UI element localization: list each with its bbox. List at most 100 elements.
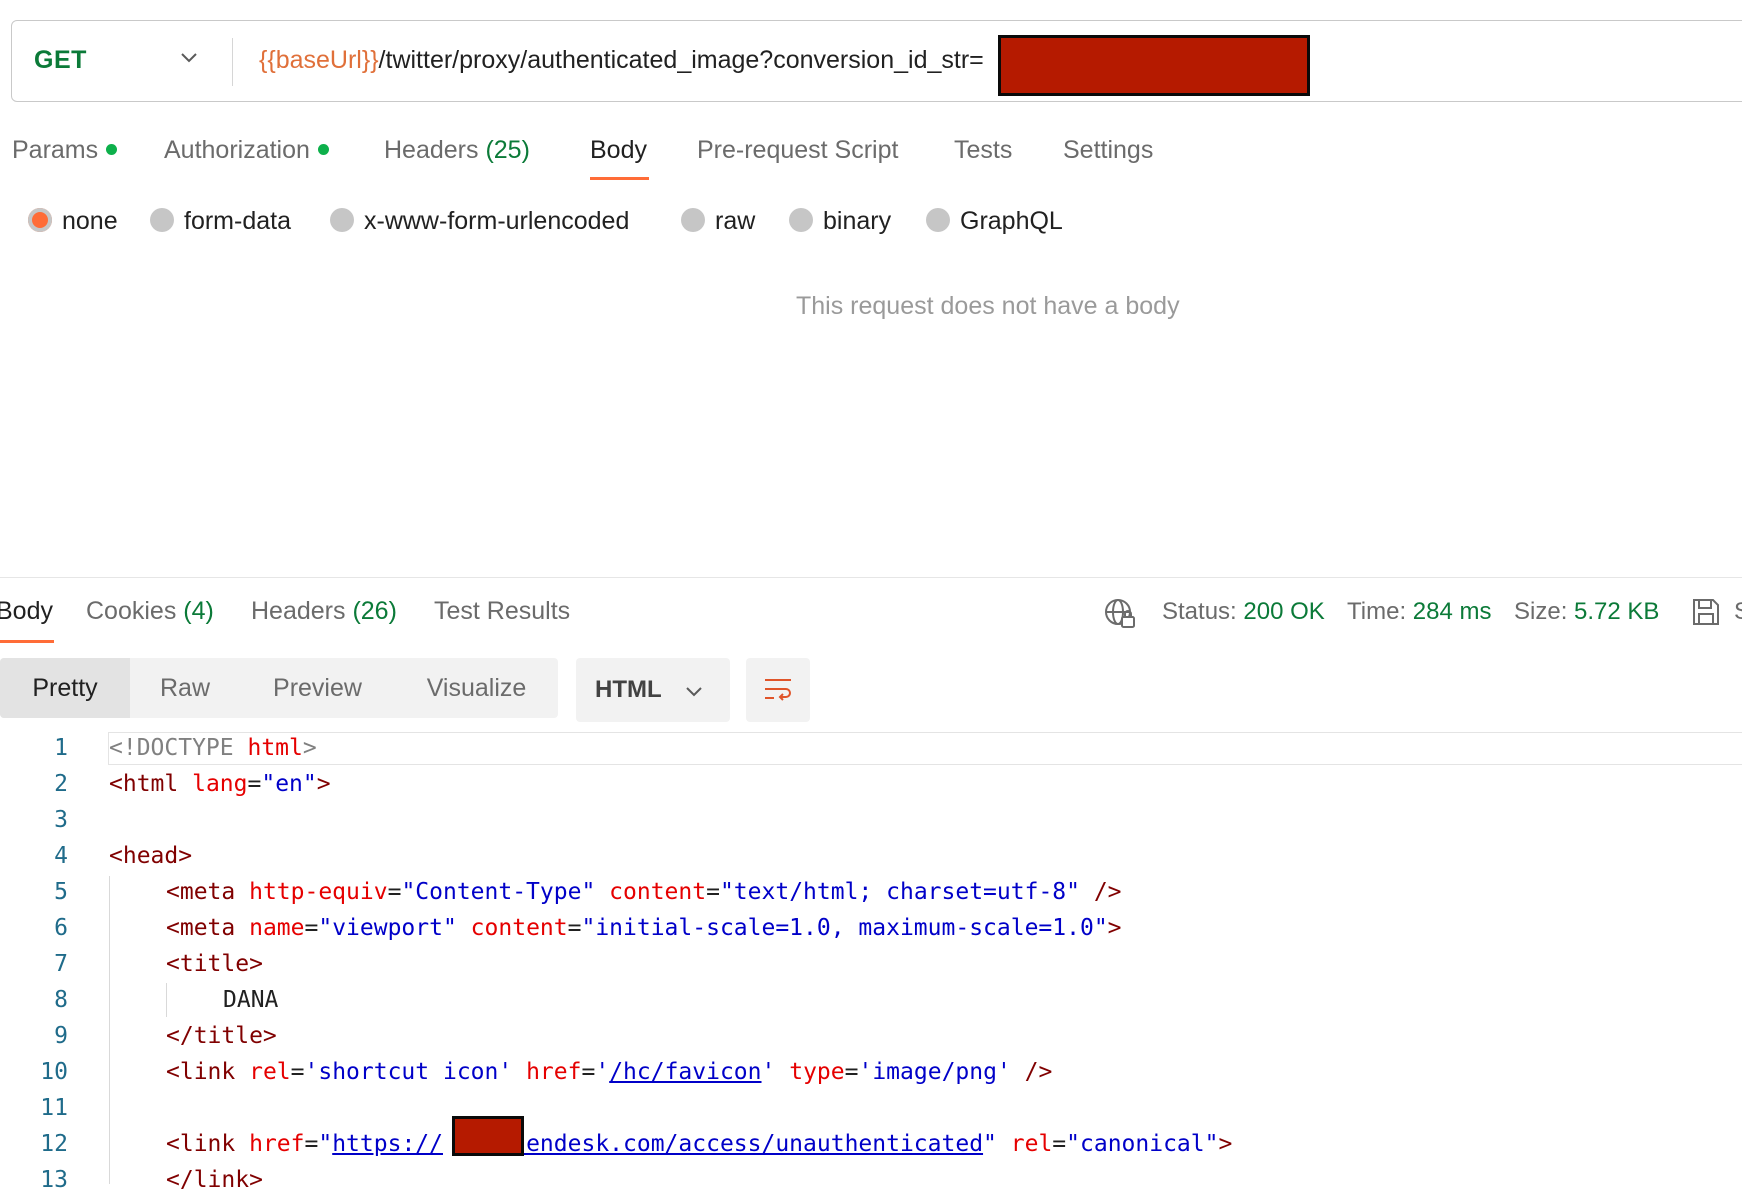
tab-headers[interactable]: Headers (25) <box>384 136 530 165</box>
token: rel <box>996 1131 1053 1157</box>
chevron-down-icon[interactable] <box>683 680 705 702</box>
http-method-select[interactable]: GET <box>34 46 87 75</box>
line-number: 12 <box>40 1131 68 1157</box>
chevron-down-icon[interactable] <box>178 46 200 68</box>
token: href <box>512 1059 582 1085</box>
token: > <box>1107 915 1122 941</box>
token: = <box>581 1059 596 1085</box>
status-value: 200 OK <box>1243 598 1325 625</box>
radio-binary[interactable] <box>789 208 813 232</box>
code-line: <title> <box>166 951 263 977</box>
tab-tests[interactable]: Tests <box>954 136 1012 165</box>
canonical-link[interactable]: https:// <box>332 1131 443 1157</box>
token: <meta <box>166 879 250 905</box>
token: = <box>304 1131 319 1157</box>
response-tab-test-results[interactable]: Test Results <box>434 597 570 626</box>
radio-none[interactable] <box>28 208 52 232</box>
view-preview-button[interactable]: Preview <box>240 658 395 718</box>
token: type <box>775 1059 845 1085</box>
radio-label-raw[interactable]: raw <box>715 207 755 236</box>
view-pretty-button[interactable]: Pretty <box>0 658 130 718</box>
token: > <box>302 735 317 761</box>
response-tab-body[interactable]: Body <box>0 597 53 626</box>
view-raw-button[interactable]: Raw <box>130 658 240 718</box>
line-number: 2 <box>54 771 68 797</box>
token: http-equiv <box>249 879 388 905</box>
time-label: Time: <box>1347 598 1407 625</box>
tab-label: Body <box>590 136 647 164</box>
tab-pre-request-script[interactable]: Pre-request Script <box>697 136 898 165</box>
url-input[interactable]: {{baseUrl}}/twitter/proxy/authenticated_… <box>259 46 984 75</box>
radio-form-data[interactable] <box>150 208 174 232</box>
line-number: 10 <box>40 1059 68 1085</box>
size-value: 5.72 KB <box>1574 598 1660 625</box>
tab-settings[interactable]: Settings <box>1063 136 1153 165</box>
globe-lock-icon[interactable] <box>1103 596 1137 630</box>
section-divider <box>0 577 1742 578</box>
response-tab-headers[interactable]: Headers (26) <box>251 597 397 626</box>
tab-params[interactable]: Params <box>12 136 118 165</box>
token: "text/html; charset=utf-8" <box>719 879 1080 905</box>
no-body-message: This request does not have a body <box>796 292 1180 320</box>
token: <meta <box>166 915 250 941</box>
radio-x-www-form-urlencoded[interactable] <box>330 208 354 232</box>
code-line: <link href="https:// zendesk.com/access/… <box>166 1131 1232 1157</box>
size-label: Size: <box>1514 598 1568 625</box>
radio-label-none[interactable]: none <box>62 207 118 236</box>
radio-label-x-www-form-urlencoded[interactable]: x-www-form-urlencoded <box>364 207 629 236</box>
line-number: 6 <box>54 915 68 941</box>
token: 'shortcut icon' <box>304 1059 513 1085</box>
format-select-label[interactable]: HTML <box>595 676 662 704</box>
favicon-link[interactable]: /hc/favicon <box>609 1059 761 1085</box>
radio-label-binary[interactable]: binary <box>823 207 891 236</box>
token: /> <box>1079 879 1122 905</box>
save-icon[interactable] <box>1690 596 1722 628</box>
indent-guide <box>109 876 110 1184</box>
radio-label-graphql[interactable]: GraphQL <box>960 207 1063 236</box>
code-line: <meta name="viewport" content="initial-s… <box>166 915 1122 941</box>
radio-raw[interactable] <box>681 208 705 232</box>
token: html <box>247 735 303 761</box>
line-number: 9 <box>54 1023 68 1049</box>
token: "Content-Type" <box>401 879 596 905</box>
response-tab-cookies[interactable]: Cookies (4) <box>86 597 214 626</box>
token: = <box>247 771 262 797</box>
token: "initial-scale=1.0, maximum-scale=1.0" <box>581 915 1108 941</box>
token: "viewport" <box>318 915 457 941</box>
status-dot <box>317 143 329 155</box>
radio-label-form-data[interactable]: form-data <box>184 207 291 236</box>
tab-label: Settings <box>1063 136 1154 164</box>
code-line: </link> <box>166 1167 263 1193</box>
token: = <box>844 1059 859 1085</box>
canonical-link[interactable]: zendesk.com/access/unauthenticated <box>512 1131 983 1157</box>
current-line-highlight <box>108 732 1742 765</box>
radio-graphql[interactable] <box>926 208 950 232</box>
save-response-label[interactable]: S <box>1734 598 1742 626</box>
token: ' <box>761 1059 776 1085</box>
tab-label: Pre-request Script <box>697 136 899 164</box>
response-status: Status: 200 OK <box>1162 598 1325 626</box>
tab-count: (25) <box>485 136 530 164</box>
code-line: DANA <box>223 987 278 1013</box>
token: name <box>249 915 305 941</box>
view-visualize-button[interactable]: Visualize <box>395 658 558 718</box>
tab-body[interactable]: Body <box>590 136 647 165</box>
wrap-lines-icon[interactable] <box>762 674 794 706</box>
token: > <box>316 771 331 797</box>
tab-label: Params <box>12 136 99 164</box>
active-tab-indicator <box>590 177 649 180</box>
token: </link> <box>166 1167 263 1193</box>
line-number: 3 <box>54 807 68 833</box>
line-number: 13 <box>40 1167 68 1193</box>
token: rel <box>249 1059 291 1085</box>
url-variable: {{baseUrl}} <box>259 46 379 74</box>
token: /> <box>1010 1059 1053 1085</box>
token: = <box>706 879 720 905</box>
token: content <box>456 915 568 941</box>
tab-label: Authorization <box>164 136 310 164</box>
line-number: 11 <box>40 1095 68 1121</box>
tab-label: Tests <box>954 136 1013 164</box>
redaction-box <box>452 1116 524 1156</box>
token: "en" <box>261 771 317 797</box>
tab-authorization[interactable]: Authorization <box>164 136 329 165</box>
